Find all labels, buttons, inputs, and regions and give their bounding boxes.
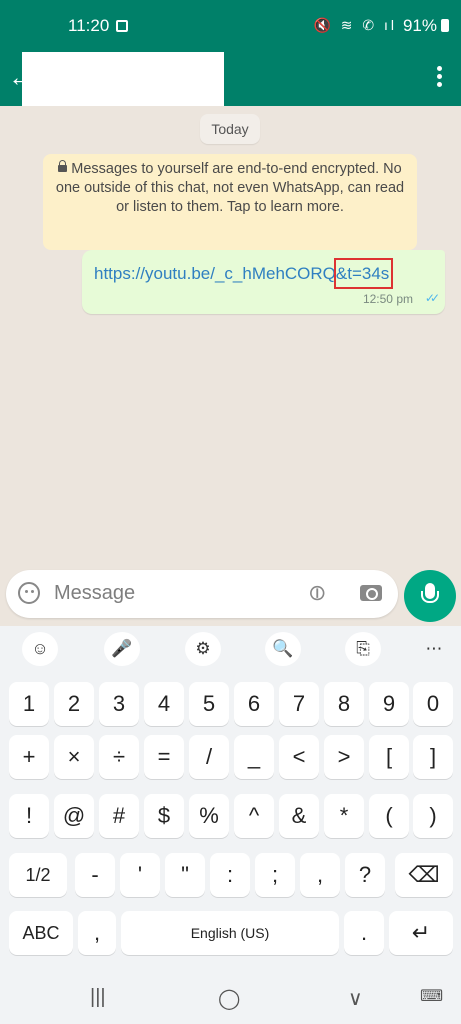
lock-icon	[58, 160, 68, 172]
key-dollar[interactable]: $	[144, 794, 184, 838]
key-7[interactable]: 7	[279, 682, 319, 726]
key-apostrophe[interactable]: '	[120, 853, 160, 897]
key-6[interactable]: 6	[234, 682, 274, 726]
key-ampersand[interactable]: &	[279, 794, 319, 838]
message-link[interactable]: https://youtu.be/_c_hMehCORQ&t=34s	[94, 264, 389, 284]
key-period[interactable]: .	[344, 911, 384, 955]
key-space[interactable]: English (US)	[121, 911, 339, 955]
home-icon[interactable]: ◯	[218, 986, 240, 1011]
key-right-paren[interactable]: )	[413, 794, 453, 838]
key-plus[interactable]: +	[9, 735, 49, 779]
more-vertical-icon[interactable]	[437, 66, 443, 90]
chat-header: ←	[0, 50, 461, 106]
key-hyphen[interactable]: -	[75, 853, 115, 897]
link-main-text[interactable]: https://youtu.be/_c_hMehCORQ	[94, 264, 336, 283]
camera-icon[interactable]	[360, 585, 382, 601]
system-nav-bar: ||| ◯ ∨ ⌨	[0, 972, 461, 1024]
key-question[interactable]: ?	[345, 853, 385, 897]
keyboard-voice-icon[interactable]: 🎤	[104, 632, 140, 666]
keyboard-switch-icon[interactable]: ⌨	[420, 986, 443, 1006]
key-left-bracket[interactable]: [	[369, 735, 409, 779]
key-1[interactable]: 1	[9, 682, 49, 726]
key-equals[interactable]: =	[144, 735, 184, 779]
contact-name-redacted[interactable]	[22, 52, 224, 106]
status-icons: 🔇 ≋ ✆ ıl	[313, 17, 397, 33]
status-time: 11:20	[68, 16, 110, 35]
key-quote[interactable]: "	[165, 853, 205, 897]
message-composer: Message ⊘	[6, 570, 398, 618]
key-2[interactable]: 2	[54, 682, 94, 726]
status-bar: 11:20 🔇 ≋ ✆ ıl 91%	[0, 0, 461, 50]
key-asterisk[interactable]: *	[324, 794, 364, 838]
key-3[interactable]: 3	[99, 682, 139, 726]
nav-back-icon[interactable]: ∨	[348, 986, 363, 1011]
key-9[interactable]: 9	[369, 682, 409, 726]
key-at[interactable]: @	[54, 794, 94, 838]
key-page-toggle[interactable]: 1/2	[9, 853, 67, 897]
key-left-paren[interactable]: (	[369, 794, 409, 838]
backspace-icon[interactable]: ⌫	[395, 853, 453, 897]
message-time: 12:50 pm	[362, 292, 413, 306]
keyboard-emoji-icon[interactable]: ☺	[22, 632, 58, 666]
key-caret[interactable]: ^	[234, 794, 274, 838]
key-right-bracket[interactable]: ]	[413, 735, 453, 779]
key-5[interactable]: 5	[189, 682, 229, 726]
key-underscore[interactable]: _	[234, 735, 274, 779]
key-abc[interactable]: ABC	[9, 911, 73, 955]
key-8[interactable]: 8	[324, 682, 364, 726]
battery-percent: 91%	[402, 16, 437, 35]
key-comma-sym[interactable]: ,	[300, 853, 340, 897]
key-hash[interactable]: #	[99, 794, 139, 838]
key-slash[interactable]: /	[189, 735, 229, 779]
keyboard-more-icon[interactable]: ⋯	[416, 632, 452, 666]
voice-message-button[interactable]	[404, 570, 456, 622]
encryption-notice[interactable]: Messages to yourself are end-to-end encr…	[43, 154, 417, 250]
microphone-icon	[421, 583, 439, 603]
key-multiply[interactable]: ×	[54, 735, 94, 779]
outgoing-message-bubble[interactable]: https://youtu.be/_c_hMehCORQ&t=34s 12:50…	[82, 250, 445, 314]
key-4[interactable]: 4	[144, 682, 184, 726]
key-less-than[interactable]: <	[279, 735, 319, 779]
emoji-icon[interactable]	[18, 582, 40, 604]
attach-icon[interactable]: ⊘	[302, 577, 333, 608]
link-timestamp-highlight[interactable]: &t=34s	[336, 264, 389, 283]
key-exclamation[interactable]: !	[9, 794, 49, 838]
keyboard-search-icon[interactable]: 🔍	[265, 632, 301, 666]
recents-icon[interactable]: |||	[90, 986, 106, 1009]
image-icon	[116, 20, 128, 32]
encryption-text: Messages to yourself are end-to-end encr…	[55, 161, 405, 215]
keyboard-settings-icon[interactable]: ⚙	[185, 632, 221, 666]
key-0[interactable]: 0	[413, 682, 453, 726]
key-greater-than[interactable]: >	[324, 735, 364, 779]
read-receipt-icon: ✓✓	[424, 291, 440, 305]
message-input[interactable]: Message	[54, 582, 135, 605]
chat-area: Today Messages to yourself are end-to-en…	[0, 106, 461, 626]
key-percent[interactable]: %	[189, 794, 229, 838]
key-semicolon[interactable]: ;	[255, 853, 295, 897]
key-divide[interactable]: ÷	[99, 735, 139, 779]
key-comma[interactable]: ,	[78, 911, 116, 955]
enter-icon[interactable]: ↵	[389, 911, 453, 955]
key-colon[interactable]: :	[210, 853, 250, 897]
battery-icon	[441, 19, 449, 32]
keyboard-translate-icon[interactable]: ⎘	[345, 632, 381, 666]
date-chip: Today	[200, 114, 260, 144]
